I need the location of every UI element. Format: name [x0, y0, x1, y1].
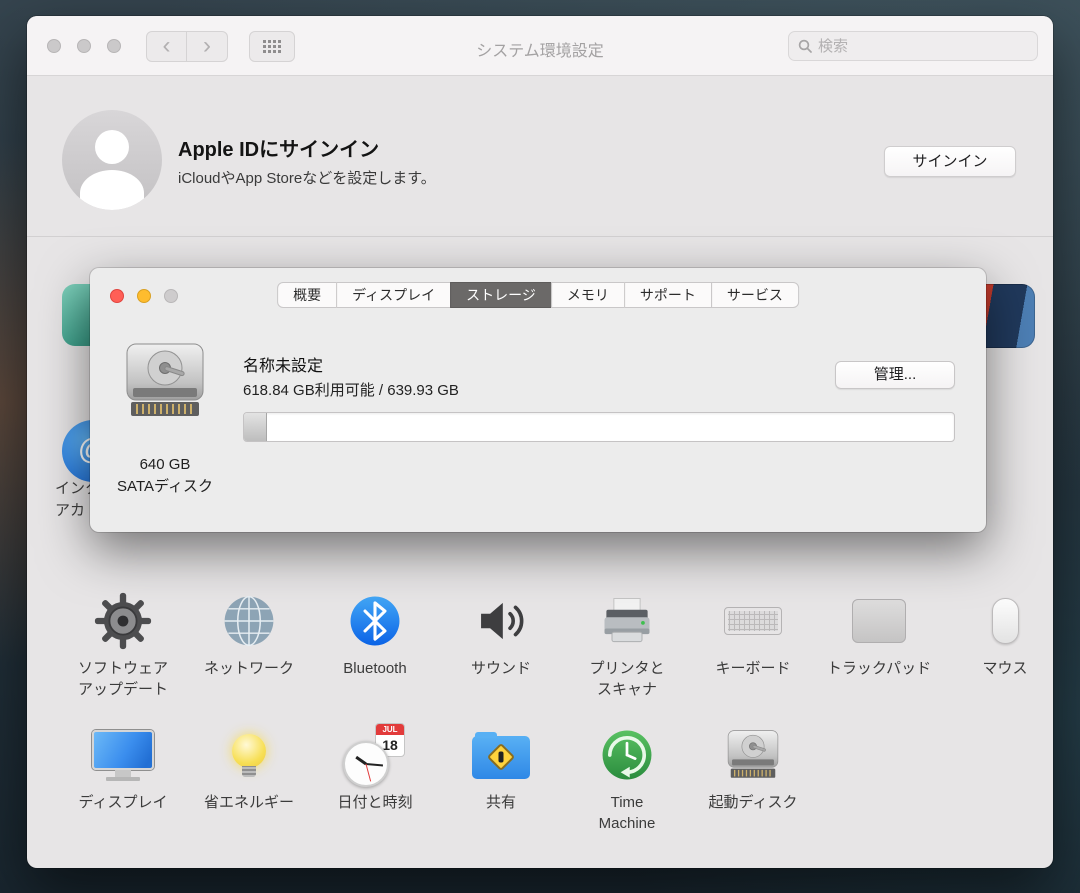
keyboard-icon: [724, 588, 782, 654]
disk-name: 名称未設定: [243, 352, 323, 376]
calendar-month: JUL: [376, 724, 404, 735]
clock-calendar-icon: JUL 18: [343, 722, 407, 788]
storage-bar: [243, 412, 955, 442]
signin-button[interactable]: サインイン: [884, 146, 1016, 177]
tab-bar: 概要 ディスプレイ ストレージ メモリ サポート サービス: [277, 282, 799, 308]
pref-time-machine[interactable]: Time Machine: [564, 722, 690, 834]
globe-icon: [219, 588, 279, 654]
pref-label: 起動ディスク: [709, 792, 798, 813]
printer-icon: [597, 588, 657, 654]
pref-label: トラックパッド: [827, 658, 931, 679]
lightbulb-icon: [232, 722, 266, 788]
pref-displays[interactable]: ディスプレイ: [60, 722, 186, 834]
zoom-button[interactable]: [164, 289, 178, 303]
pref-software-update[interactable]: ソフトウェア アップデート: [60, 588, 186, 700]
pref-label: 日付と時刻: [337, 792, 412, 813]
titlebar: ‹ › システム環境設定: [27, 16, 1053, 76]
pref-trackpad[interactable]: トラックパッド: [816, 588, 942, 700]
search-icon: [798, 39, 812, 53]
disk-capacity: 640 GB: [90, 454, 240, 476]
search-input[interactable]: [818, 38, 1028, 55]
pref-label: マウス: [982, 658, 1027, 679]
disk-type: SATAディスク: [90, 476, 240, 498]
pref-keyboard[interactable]: キーボード: [690, 588, 816, 700]
speaker-icon: [472, 588, 530, 654]
tab-display[interactable]: ディスプレイ: [336, 282, 451, 308]
pref-label: 共有: [486, 792, 516, 813]
pref-label: ディスプレイ: [79, 792, 168, 813]
pref-label: ネットワーク: [204, 658, 294, 679]
pref-printers-scanners[interactable]: プリンタと スキャナ: [564, 588, 690, 700]
close-button[interactable]: [110, 289, 124, 303]
apple-id-title: Apple IDにサインイン: [178, 133, 379, 162]
tab-service[interactable]: サービス: [711, 282, 799, 308]
shared-folder-icon: [472, 722, 530, 788]
hard-disk-icon: [724, 722, 782, 788]
tab-support[interactable]: サポート: [624, 282, 712, 308]
pref-label: プリンタと スキャナ: [589, 658, 664, 700]
time-machine-icon: [598, 722, 656, 788]
manage-button[interactable]: 管理...: [835, 361, 955, 389]
hard-disk-icon: [121, 340, 209, 429]
desktop-wallpaper: ‹ › システム環境設定: [0, 0, 1080, 893]
pref-energy-saver[interactable]: 省エネルギー: [186, 722, 312, 834]
trackpad-icon: [852, 588, 906, 654]
system-preferences-window: ‹ › システム環境設定: [27, 16, 1053, 868]
mouse-icon: [992, 588, 1019, 654]
pref-sharing[interactable]: 共有: [438, 722, 564, 834]
pref-row-2: ソフトウェア アップデート ネットワーク: [60, 588, 1053, 700]
apple-id-subtitle: iCloudやApp Storeなどを設定します。: [178, 167, 436, 188]
disk-usage: 618.84 GB利用可能 / 639.93 GB: [243, 379, 459, 400]
pref-label: 省エネルギー: [204, 792, 294, 813]
display-icon: [92, 722, 154, 788]
tab-storage[interactable]: ストレージ: [450, 282, 552, 308]
section-divider: [27, 236, 1053, 237]
pref-startup-disk[interactable]: 起動ディスク: [690, 722, 816, 834]
avatar: [62, 110, 162, 210]
tab-overview[interactable]: 概要: [277, 282, 337, 308]
search-field[interactable]: [788, 31, 1038, 61]
pref-label: Time Machine: [599, 792, 656, 834]
bluetooth-icon: [346, 588, 404, 654]
pref-sound[interactable]: サウンド: [438, 588, 564, 700]
disk-caption: 640 GB SATAディスク: [90, 454, 240, 498]
pref-label: Bluetooth: [343, 658, 406, 679]
pref-network[interactable]: ネットワーク: [186, 588, 312, 700]
window-controls: [110, 289, 178, 303]
pref-mouse[interactable]: マウス: [942, 588, 1053, 700]
pref-label: キーボード: [715, 658, 790, 679]
minimize-button[interactable]: [137, 289, 151, 303]
gear-icon: [94, 588, 152, 654]
pref-row-3: ディスプレイ 省エネルギー JUL 18: [60, 722, 816, 834]
pref-bluetooth[interactable]: Bluetooth: [312, 588, 438, 700]
storage-used-segment: [244, 413, 267, 441]
tab-memory[interactable]: メモリ: [551, 282, 625, 308]
pref-label: サウンド: [471, 658, 531, 679]
pref-label: ソフトウェア アップデート: [78, 658, 168, 700]
pref-date-time[interactable]: JUL 18 日付と時刻: [312, 722, 438, 834]
about-mac-storage-window: 概要 ディスプレイ ストレージ メモリ サポート サービス: [90, 268, 986, 532]
